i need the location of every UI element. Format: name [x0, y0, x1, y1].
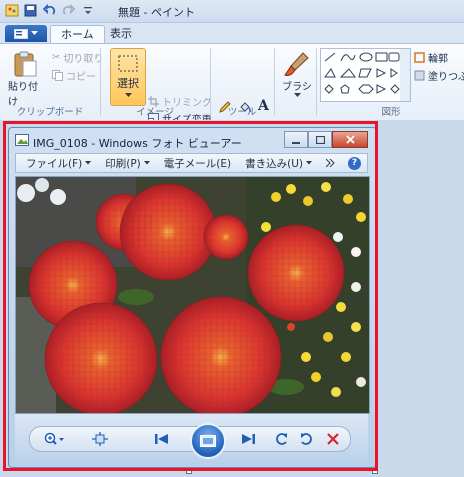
redo-icon[interactable] [61, 3, 76, 18]
shapes-group: 図形 [318, 44, 464, 120]
copy-label: コピー [66, 72, 96, 83]
group-divider [274, 48, 275, 116]
chevron-down-icon [293, 93, 301, 97]
save-icon[interactable] [23, 3, 38, 18]
group-divider [316, 48, 317, 116]
quick-access-toolbar [4, 3, 95, 18]
copy-icon [52, 70, 63, 81]
crop-label: トリミング [162, 98, 212, 109]
chevron-down-icon [124, 93, 132, 97]
clipboard-group: 貼り付け ✂ 切り取り コピー クリップボード [0, 44, 103, 120]
crop-button[interactable]: トリミング [148, 94, 212, 109]
undo-icon[interactable] [42, 3, 57, 18]
select-label: 選択 [117, 77, 139, 90]
cut-label: 切り取り [63, 54, 104, 65]
tab-view[interactable]: 表示 [100, 25, 142, 43]
shapes-group-label: 図形 [381, 107, 401, 118]
scissors-icon: ✂ [52, 52, 61, 63]
text-tool[interactable]: A [258, 98, 269, 114]
fill-tool[interactable] [238, 100, 252, 114]
copy-button[interactable]: コピー [52, 68, 96, 83]
brushes-label: ブラシ [282, 82, 312, 93]
select-rectangle-icon [118, 55, 138, 72]
paint-bucket-icon [240, 102, 252, 113]
paste-icon [14, 51, 37, 77]
highlight-frame [3, 121, 378, 471]
brush-icon [284, 52, 309, 76]
paste-button[interactable]: 貼り付け [8, 50, 42, 108]
customize-qat-icon[interactable] [80, 3, 95, 18]
paint-app-icon[interactable] [4, 3, 19, 18]
text-tool-icon: A [258, 98, 269, 114]
select-button[interactable]: 選択 [110, 48, 146, 106]
ribbon-tab-row: ホーム 表示 [0, 23, 464, 44]
window-title: 無題 - ペイント [118, 6, 195, 19]
brushes-button[interactable]: ブラシ [280, 50, 314, 98]
pencil-icon [219, 101, 231, 113]
paint-title-bar: 無題 - ペイント [0, 0, 464, 23]
pencil-tool[interactable] [218, 100, 232, 114]
ribbon-home: 貼り付け ✂ 切り取り コピー クリップボード イメージ 選択 トリミング サイ… [0, 43, 464, 143]
paint-menu-button[interactable] [5, 25, 47, 42]
paint-menu-icon [14, 28, 28, 39]
clipboard-group-label: クリップボード [16, 107, 84, 118]
cut-button[interactable]: ✂ 切り取り [52, 50, 103, 65]
tab-home[interactable]: ホーム [50, 25, 105, 44]
chevron-down-icon [31, 31, 38, 35]
crop-icon [148, 96, 159, 107]
